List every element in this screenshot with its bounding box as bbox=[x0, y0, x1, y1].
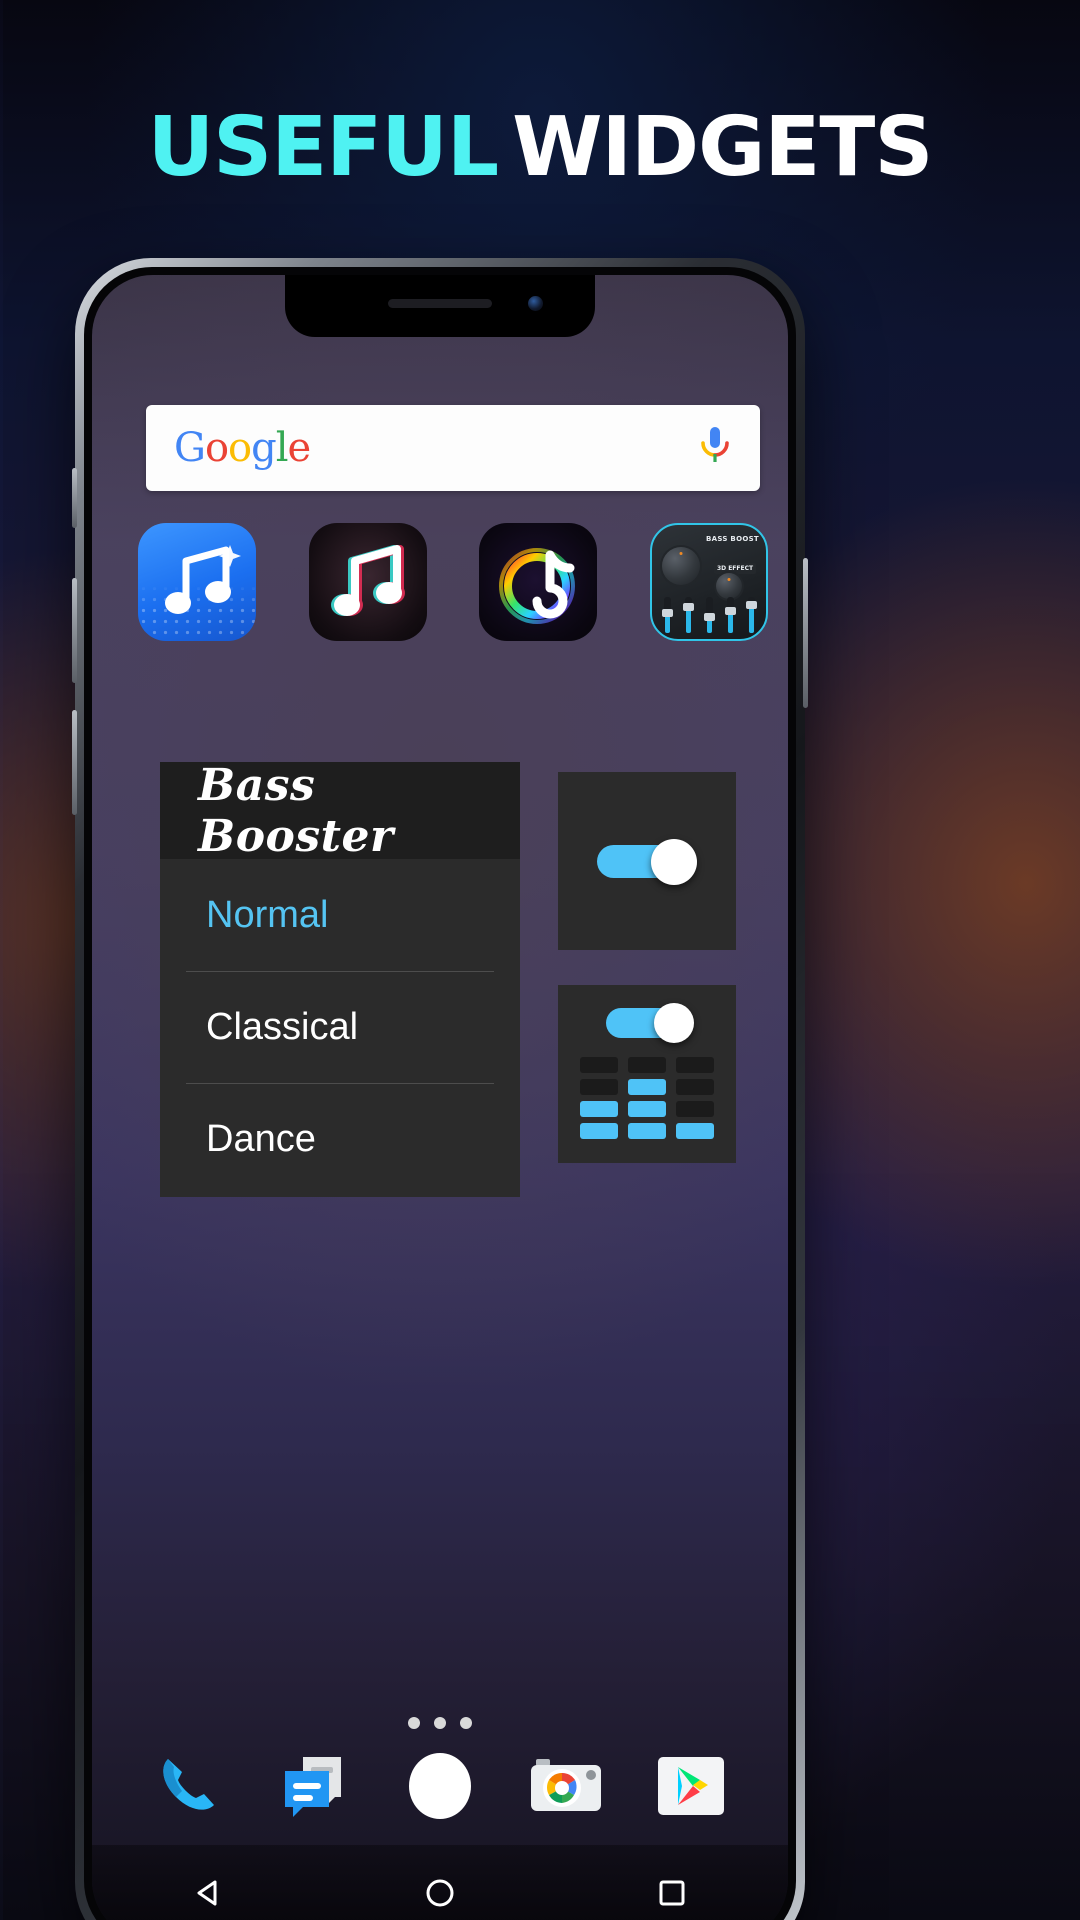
eq-slider-3[interactable] bbox=[703, 597, 715, 635]
bass-boost-knob[interactable] bbox=[661, 547, 700, 585]
phone-device-frame: Google BASS BOOST 3D EFFECT Bass Booster… bbox=[72, 258, 808, 1920]
play-store-icon[interactable] bbox=[648, 1743, 734, 1829]
phone-notch bbox=[285, 275, 595, 337]
bass-boost-label: BASS BOOST bbox=[705, 535, 759, 543]
bass-boost-toggle-widget[interactable] bbox=[558, 772, 736, 950]
toggle-switch[interactable] bbox=[597, 839, 697, 885]
earpiece-speaker-icon bbox=[388, 299, 492, 308]
camera-icon[interactable] bbox=[523, 1743, 609, 1829]
music-player-app-icon[interactable] bbox=[138, 523, 256, 641]
app-drawer-icon[interactable] bbox=[397, 1743, 483, 1829]
eq-bar-cell bbox=[580, 1123, 618, 1139]
android-navigation-bar bbox=[92, 1845, 788, 1920]
headline-plain: WIDGETS bbox=[512, 100, 933, 195]
preset-item-label: Classical bbox=[206, 1005, 359, 1048]
google-search-widget[interactable]: Google bbox=[146, 405, 760, 491]
toggle-knob bbox=[651, 839, 697, 885]
eq-bar-cell bbox=[628, 1101, 666, 1117]
phone-screen: Google BASS BOOST 3D EFFECT Bass Booster… bbox=[92, 275, 788, 1920]
equalizer-toggle-switch[interactable] bbox=[606, 1003, 694, 1043]
app-icon-row: BASS BOOST 3D EFFECT bbox=[138, 523, 768, 641]
page-dot-active[interactable] bbox=[434, 1717, 446, 1729]
preset-item-classical[interactable]: Classical bbox=[160, 971, 520, 1083]
messages-icon[interactable] bbox=[271, 1743, 357, 1829]
eq-bar-cell bbox=[580, 1079, 618, 1095]
preset-item-label: Normal bbox=[206, 893, 329, 936]
preset-item-normal[interactable]: Normal bbox=[160, 859, 520, 971]
preset-item-label: Dance bbox=[206, 1117, 316, 1160]
eq-slider-5[interactable] bbox=[745, 597, 757, 635]
google-assistant-mic-icon[interactable] bbox=[698, 423, 732, 474]
tiktok-music-app-icon[interactable] bbox=[479, 523, 598, 641]
3d-effect-knob[interactable] bbox=[715, 573, 742, 599]
eq-bar-cell bbox=[628, 1123, 666, 1139]
google-logo: Google bbox=[174, 425, 311, 471]
home-screen-dock bbox=[92, 1731, 788, 1841]
preset-item-dance[interactable]: Dance bbox=[160, 1083, 520, 1195]
nav-recents-button[interactable] bbox=[649, 1870, 695, 1916]
nav-back-button[interactable] bbox=[185, 1870, 231, 1916]
eq-bar-cell bbox=[676, 1101, 714, 1117]
power-button[interactable] bbox=[803, 558, 808, 708]
bass-booster-preset-widget[interactable]: Bass Booster Normal Classical Dance bbox=[160, 759, 520, 1197]
home-screen-page-indicator[interactable] bbox=[92, 1717, 788, 1729]
preset-widget-title: Bass Booster bbox=[198, 759, 394, 862]
mute-switch[interactable] bbox=[72, 468, 77, 528]
eq-bar-cell bbox=[628, 1057, 666, 1073]
glitch-music-app-icon[interactable] bbox=[308, 523, 427, 641]
equalizer-app-icon[interactable]: BASS BOOST 3D EFFECT bbox=[649, 523, 768, 641]
3d-effect-label: 3D EFFECT bbox=[713, 563, 757, 574]
eq-bar-cell bbox=[676, 1079, 714, 1095]
volume-up-button[interactable] bbox=[72, 578, 77, 683]
headline-accent: USEFUL bbox=[147, 100, 500, 195]
eq-bar-cell bbox=[676, 1123, 714, 1139]
equalizer-toggle-widget[interactable] bbox=[558, 985, 736, 1163]
phone-bezel: Google BASS BOOST 3D EFFECT Bass Booster… bbox=[84, 267, 796, 1920]
tiktok-note-glyph bbox=[499, 548, 576, 624]
toggle-knob bbox=[654, 1003, 694, 1043]
equalizer-dots-pattern bbox=[138, 523, 256, 641]
eq-bar-cell bbox=[676, 1057, 714, 1073]
eq-bar-cell bbox=[628, 1079, 666, 1095]
phone-icon[interactable] bbox=[146, 1743, 232, 1829]
eq-bar-cell bbox=[580, 1057, 618, 1073]
eq-bar-cell bbox=[580, 1101, 618, 1117]
glitch-music-note-glyph bbox=[330, 545, 405, 616]
eq-slider-1[interactable] bbox=[661, 597, 673, 635]
front-camera-icon bbox=[528, 296, 543, 311]
eq-slider-4[interactable] bbox=[724, 597, 736, 635]
equalizer-bar-grid bbox=[580, 1057, 714, 1139]
eq-slider-2[interactable] bbox=[682, 597, 694, 635]
preset-widget-header: Bass Booster bbox=[160, 759, 520, 862]
nav-home-button[interactable] bbox=[417, 1870, 463, 1916]
page-dot[interactable] bbox=[408, 1717, 420, 1729]
page-title: USEFUL WIDGETS bbox=[0, 100, 1080, 195]
volume-down-button[interactable] bbox=[72, 710, 77, 815]
page-dot[interactable] bbox=[460, 1717, 472, 1729]
